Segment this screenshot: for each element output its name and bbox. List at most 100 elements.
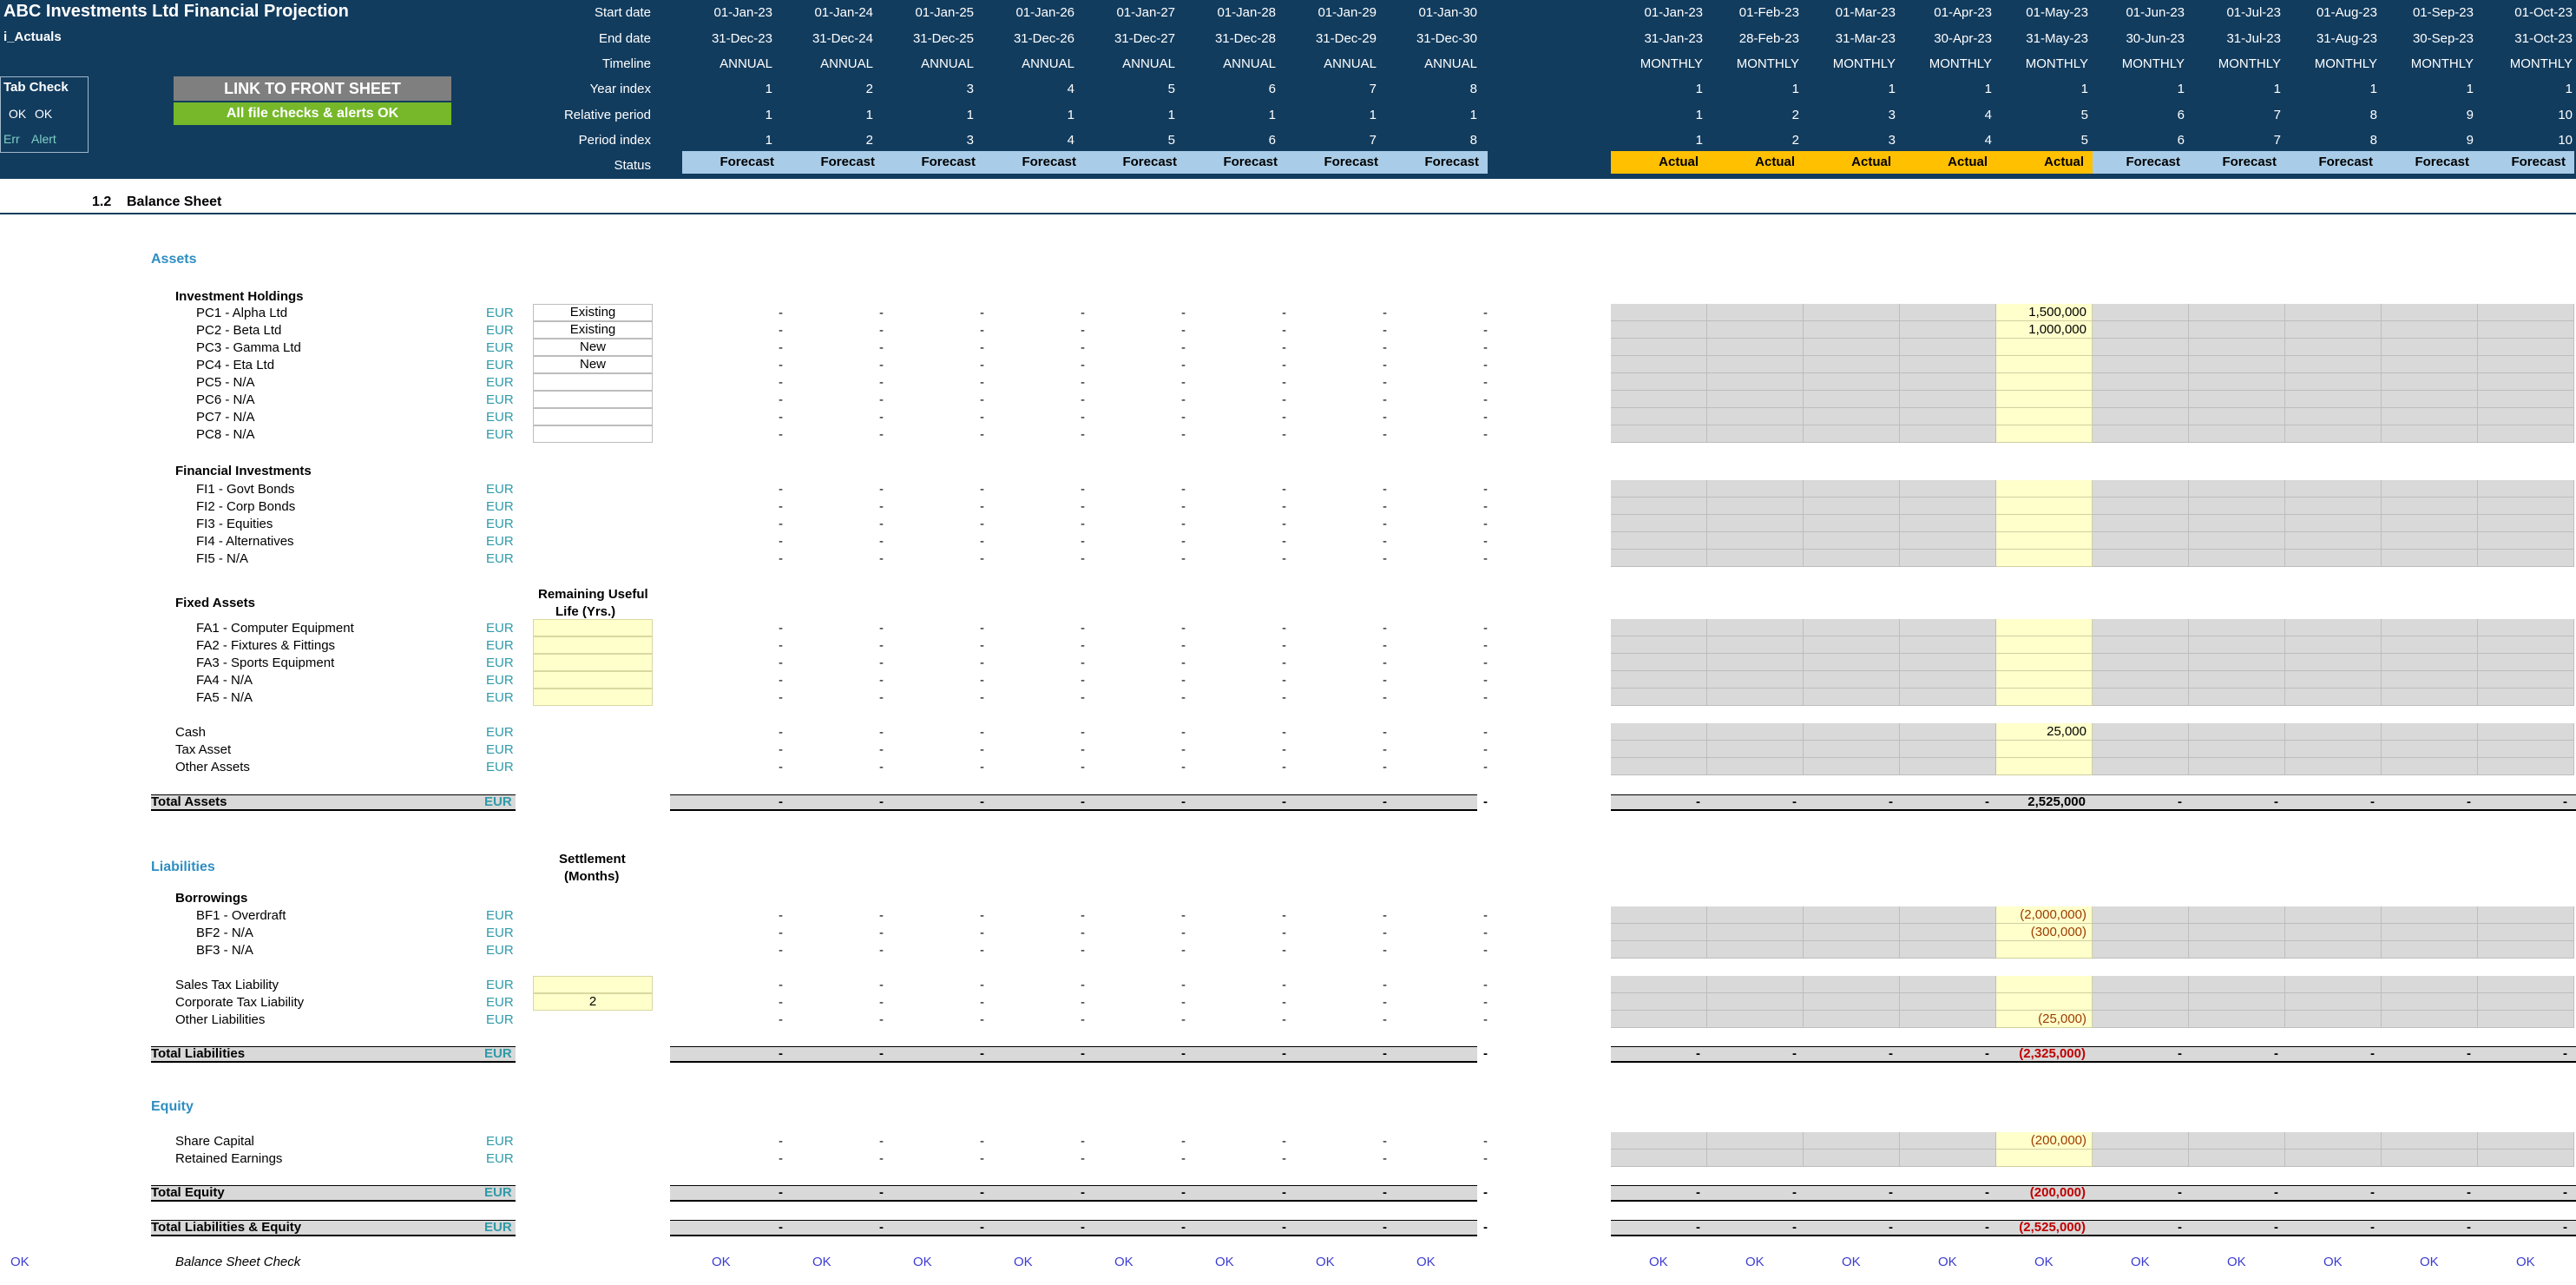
locked-cell [1804, 1011, 1900, 1028]
monthly-header-cell: MONTHLY [2218, 56, 2281, 71]
annual-total: - [980, 1220, 984, 1235]
total-le-label: Total Liabilities & Equity [151, 1220, 302, 1235]
locked-cell [2382, 425, 2478, 443]
actuals-input-cell[interactable] [1996, 636, 2093, 654]
holding-status-input[interactable] [533, 425, 653, 443]
locked-cell [1611, 425, 1707, 443]
holding-status-input[interactable] [533, 373, 653, 391]
annual-value: - [779, 1151, 783, 1166]
actuals-input-cell[interactable] [1996, 758, 2093, 775]
useful-life-input[interactable] [533, 689, 653, 706]
locked-cell [2382, 671, 2478, 689]
actuals-input-cell[interactable] [1996, 339, 2093, 356]
annual-value: - [1181, 306, 1186, 320]
actuals-input-cell[interactable]: (2,000,000) [1996, 906, 2093, 924]
locked-cell [2189, 304, 2285, 321]
settlement-input[interactable]: 2 [533, 993, 653, 1011]
holding-status-input[interactable] [533, 391, 653, 408]
locked-cell [2478, 304, 2574, 321]
actuals-input-cell[interactable] [1996, 480, 2093, 498]
currency-label: EUR [486, 742, 514, 757]
annual-value: - [879, 323, 884, 338]
annual-total: - [879, 794, 884, 809]
settlement-header: (Months) [564, 869, 620, 884]
annual-total: - [980, 794, 984, 809]
actuals-input-cell[interactable] [1996, 408, 2093, 425]
actuals-input-cell[interactable] [1996, 654, 2093, 671]
annual-header-cell: 1 [765, 108, 772, 122]
currency-label: EUR [486, 375, 514, 390]
useful-life-input[interactable] [533, 636, 653, 654]
annual-value: - [1383, 656, 1387, 670]
locked-cell [1611, 758, 1707, 775]
actuals-input-cell[interactable]: (300,000) [1996, 924, 2093, 941]
locked-cell [2093, 654, 2189, 671]
monthly-header-cell: 8 [2369, 133, 2377, 148]
annual-value: - [980, 323, 984, 338]
currency-label: EUR [486, 673, 514, 688]
actuals-input-cell[interactable] [1996, 425, 2093, 443]
currency-label: EUR [486, 1134, 514, 1149]
actuals-input-cell[interactable]: 1,000,000 [1996, 321, 2093, 339]
monthly-total: - [1889, 1185, 1893, 1200]
actuals-input-cell[interactable] [1996, 689, 2093, 706]
locked-cell [1707, 741, 1804, 758]
actuals-input-cell[interactable] [1996, 741, 2093, 758]
settlement-input[interactable] [533, 976, 653, 993]
useful-life-input[interactable] [533, 619, 653, 636]
actuals-input-cell[interactable] [1996, 976, 2093, 993]
annual-value: - [1282, 358, 1286, 372]
annual-value: - [879, 534, 884, 549]
annual-value: - [879, 638, 884, 653]
annual-value: - [1081, 306, 1085, 320]
check-ok: OK [1215, 1255, 1234, 1269]
actuals-input-cell[interactable]: 25,000 [1996, 723, 2093, 741]
annual-header-cell: 1 [1268, 108, 1276, 122]
holding-status-input[interactable]: Existing [533, 304, 653, 321]
actuals-input-cell[interactable] [1996, 391, 2093, 408]
actuals-input-cell[interactable] [1996, 532, 2093, 550]
actuals-input-cell[interactable] [1996, 619, 2093, 636]
annual-value: - [779, 499, 783, 514]
locked-cell [2382, 356, 2478, 373]
locked-cell [1804, 758, 1900, 775]
annual-header-cell: 01-Jan-26 [1015, 5, 1074, 20]
annual-value: - [1282, 760, 1286, 774]
holding-status-input[interactable]: Existing [533, 321, 653, 339]
holding-status-input[interactable]: New [533, 339, 653, 356]
actuals-input-cell[interactable] [1996, 356, 2093, 373]
header-row-label: Period index [578, 133, 651, 148]
locked-cell [2093, 723, 2189, 741]
actuals-input-cell[interactable] [1996, 993, 2093, 1011]
annual-value: - [1483, 551, 1488, 566]
actuals-input-cell[interactable] [1996, 550, 2093, 567]
annual-value: - [1181, 621, 1186, 636]
currency-label: EUR [486, 427, 514, 442]
actuals-input-cell[interactable]: (200,000) [1996, 1132, 2093, 1150]
monthly-total: - [2370, 1220, 2375, 1235]
monthly-header-cell: 10 [2558, 108, 2573, 122]
actuals-input-cell[interactable] [1996, 671, 2093, 689]
annual-header-cell: 7 [1369, 133, 1377, 148]
annual-value: - [1483, 323, 1488, 338]
actuals-input-cell[interactable] [1996, 941, 2093, 959]
actuals-input-cell[interactable] [1996, 498, 2093, 515]
locked-cell [2189, 1011, 2285, 1028]
fin-investment-label: FI4 - Alternatives [196, 534, 294, 549]
actuals-input-cell[interactable] [1996, 373, 2093, 391]
actuals-input-cell[interactable] [1996, 1150, 2093, 1167]
annual-value: - [879, 392, 884, 407]
actuals-input-cell[interactable]: (25,000) [1996, 1011, 2093, 1028]
useful-life-input[interactable] [533, 671, 653, 689]
annual-total: - [1483, 1185, 1488, 1200]
locked-cell [1707, 391, 1804, 408]
locked-cell [1707, 425, 1804, 443]
useful-life-input[interactable] [533, 654, 653, 671]
holding-status-input[interactable]: New [533, 356, 653, 373]
annual-value: - [980, 551, 984, 566]
actuals-input-cell[interactable] [1996, 515, 2093, 532]
annual-value: - [1081, 995, 1085, 1010]
actuals-input-cell[interactable]: 1,500,000 [1996, 304, 2093, 321]
check-ok: OK [2131, 1255, 2150, 1269]
holding-status-input[interactable] [533, 408, 653, 425]
